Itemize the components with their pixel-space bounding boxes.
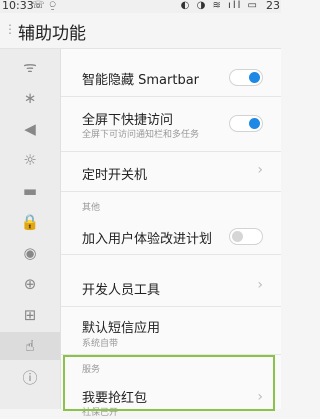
bluetooth-icon: ∗	[23, 89, 37, 107]
smartbar-label: 智能隐藏 Smartbar	[82, 73, 200, 88]
section-title: 其他	[82, 203, 101, 213]
wifi-icon: ᯤ	[23, 58, 37, 76]
toggle-knob	[232, 231, 243, 242]
sidebar-item-language[interactable]: ⊕	[0, 270, 60, 298]
sidebar-item-apps[interactable]: ⊞	[0, 301, 60, 329]
fullscreen-access-toggle[interactable]	[229, 115, 263, 132]
smartbar-toggle[interactable]	[229, 69, 263, 86]
toggle-knob	[249, 72, 260, 83]
section-header-other: 其他	[61, 196, 281, 216]
sidebar-item-location[interactable]: ◉	[0, 239, 60, 267]
lock-icon: 🔒	[20, 213, 40, 231]
smartbar-row[interactable]: 智能隐藏 Smartbar	[61, 57, 281, 97]
red-packet-label: 我要抢红包	[82, 391, 148, 406]
sidebar-item-battery[interactable]: ▬	[0, 177, 60, 205]
settings-content: 智能隐藏 Smartbar 全屏下快捷访问 全屏下可访问通知栏和多任务 定时开关…	[61, 49, 281, 418]
default-sms-row[interactable]: 默认短信应用 系统自带	[61, 307, 281, 355]
chevron-right-icon: ›	[257, 277, 263, 293]
default-sms-label: 默认短信应用	[82, 321, 161, 336]
fullscreen-access-sublabel: 全屏下可访问通知栏和多任务	[82, 130, 200, 140]
battery-icon: ▬	[22, 182, 38, 200]
timer-power-row[interactable]: 定时开关机 ›	[61, 152, 281, 192]
sidebar-item-accessibility[interactable]: ☝	[0, 332, 60, 360]
brightness-icon: ☼	[23, 151, 37, 169]
red-packet-sublabel: 社保已开	[82, 408, 119, 418]
toggle-knob	[249, 118, 260, 129]
timer-power-label: 定时开关机	[82, 168, 148, 183]
sidebar-item-bluetooth[interactable]: ∗	[0, 84, 60, 112]
volume-icon: ◀	[24, 120, 36, 138]
section-title: 服务	[82, 365, 101, 375]
ux-program-toggle[interactable]	[229, 228, 263, 245]
sidebar-item-wifi[interactable]: ᯤ	[0, 53, 60, 81]
fullscreen-access-label: 全屏下快捷访问	[82, 113, 174, 128]
location-icon: ◉	[23, 244, 37, 262]
battery-percent: 23	[266, 0, 280, 12]
page-title: 辅助功能	[18, 24, 86, 44]
chevron-right-icon: ›	[257, 389, 263, 405]
settings-sidebar: ᯤ ∗ ◀ ☼ ▬ 🔒 ◉ ⊕ ⊞ ☝ ⓘ	[0, 49, 61, 409]
ux-program-row[interactable]: 加入用户体验改进计划	[61, 217, 281, 255]
status-bar: 10:33 ☏ ⍜ ◐ ◑ ≋ ıll ▭ 23	[0, 0, 281, 13]
info-icon: ⓘ	[22, 368, 38, 387]
menu-icon[interactable]: ⋮	[4, 22, 16, 36]
hand-pointer-icon: ☝	[25, 337, 35, 355]
status-time: 10:33	[2, 0, 34, 12]
default-sms-sublabel: 系统自带	[82, 339, 119, 349]
apps-grid-icon: ⊞	[23, 306, 37, 324]
notification-icons: ☏ ⍜	[32, 0, 57, 11]
fullscreen-access-row[interactable]: 全屏下快捷访问 全屏下可访问通知栏和多任务	[61, 97, 281, 152]
globe-icon: ⊕	[23, 275, 37, 293]
sidebar-item-display[interactable]: ☼	[0, 146, 60, 174]
sidebar-item-sound[interactable]: ◀	[0, 115, 60, 143]
chevron-right-icon: ›	[257, 162, 263, 178]
section-header-services: 服务	[61, 358, 281, 378]
app-header: ⋮ 辅助功能	[0, 13, 281, 49]
dev-tools-row[interactable]: 开发人员工具 ›	[61, 267, 281, 307]
sidebar-item-about[interactable]: ⓘ	[0, 363, 60, 391]
sidebar-item-security[interactable]: 🔒	[0, 208, 60, 236]
system-status-icons: ◐ ◑ ≋ ıll ▭	[180, 0, 259, 11]
dev-tools-label: 开发人员工具	[82, 283, 161, 298]
ux-program-label: 加入用户体验改进计划	[82, 232, 213, 247]
red-packet-row[interactable]: 我要抢红包 社保已开 ›	[61, 379, 281, 419]
